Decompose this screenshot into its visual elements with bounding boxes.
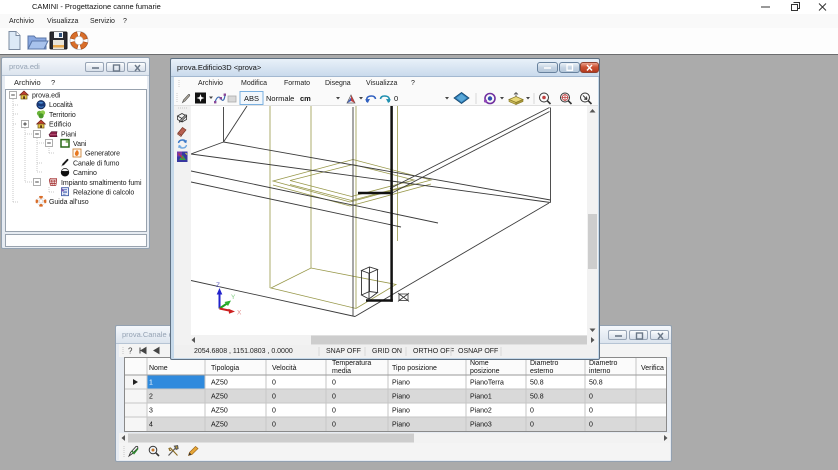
svg-text:Z: Z — [216, 282, 220, 289]
svg-text:4: 4 — [149, 422, 153, 429]
svg-text:Piano2: Piano2 — [470, 408, 492, 415]
svg-text:AZ50: AZ50 — [211, 408, 228, 415]
svg-text:0: 0 — [530, 422, 534, 429]
svg-text:0: 0 — [332, 380, 336, 387]
svg-text:Località: Località — [49, 102, 73, 109]
svg-text:0: 0 — [272, 394, 276, 401]
svg-text:Piano: Piano — [392, 380, 410, 387]
svg-text:Territorio: Territorio — [49, 112, 76, 119]
svg-text:0: 0 — [332, 408, 336, 415]
svg-text:Diametro: Diametro — [589, 360, 618, 367]
svg-text:0: 0 — [272, 408, 276, 415]
svg-text:posizione: posizione — [470, 368, 500, 375]
svg-text:Piano: Piano — [392, 394, 410, 401]
svg-text:Tipo posizione: Tipo posizione — [392, 365, 437, 372]
svg-text:Piano: Piano — [392, 408, 410, 415]
svg-text:AZ50: AZ50 — [211, 422, 228, 429]
svg-text:Normale: Normale — [266, 94, 294, 103]
svg-text:Nome: Nome — [470, 360, 489, 367]
svg-text:0: 0 — [589, 408, 593, 415]
svg-text:Nome: Nome — [149, 365, 168, 372]
svg-text:Guida all'uso: Guida all'uso — [49, 199, 89, 206]
svg-text:3: 3 — [149, 408, 153, 415]
svg-text:Impianto smaltimento fumi: Impianto smaltimento fumi — [61, 180, 142, 187]
svg-text:AZ50: AZ50 — [211, 380, 228, 387]
svg-text:Diametro: Diametro — [530, 360, 559, 367]
svg-text:Generatore: Generatore — [85, 151, 120, 158]
svg-text:Vani: Vani — [73, 141, 87, 148]
svg-text:Temperatura: Temperatura — [332, 360, 371, 367]
svg-text:Piano: Piano — [392, 422, 410, 429]
svg-text:media: media — [332, 368, 351, 375]
svg-text:X: X — [237, 310, 242, 317]
svg-text:AZ50: AZ50 — [211, 394, 228, 401]
svg-text:Verifica: Verifica — [641, 365, 664, 372]
svg-text:50.8: 50.8 — [589, 380, 603, 387]
svg-text:Tipologia: Tipologia — [211, 365, 239, 372]
svg-text:esterno: esterno — [530, 368, 553, 375]
svg-text:cm: cm — [300, 94, 311, 103]
svg-text:interno: interno — [589, 368, 611, 375]
svg-text:50.8: 50.8 — [530, 380, 544, 387]
svg-text:2: 2 — [149, 394, 153, 401]
svg-text:0: 0 — [589, 422, 593, 429]
svg-text:0: 0 — [589, 394, 593, 401]
svg-text:Y: Y — [231, 294, 236, 301]
svg-text:0: 0 — [272, 422, 276, 429]
svg-text:Piani: Piani — [61, 131, 77, 138]
svg-text:0: 0 — [394, 94, 398, 103]
svg-text:Velocità: Velocità — [272, 365, 297, 372]
svg-text:Relazione di calcolo: Relazione di calcolo — [73, 190, 134, 197]
svg-text:0: 0 — [332, 422, 336, 429]
svg-text:50.8: 50.8 — [530, 394, 544, 401]
svg-text:Canale di fumo: Canale di fumo — [73, 160, 120, 167]
svg-text:Piano3: Piano3 — [470, 422, 492, 429]
svg-text:prova.edi: prova.edi — [32, 93, 61, 100]
svg-text:0: 0 — [272, 380, 276, 387]
svg-text:PianoTerra: PianoTerra — [470, 380, 504, 387]
svg-text:Camino: Camino — [73, 170, 97, 177]
svg-text:Piano1: Piano1 — [470, 394, 492, 401]
svg-text:1: 1 — [149, 380, 153, 387]
svg-text:Edificio: Edificio — [49, 122, 71, 129]
svg-text:0: 0 — [332, 394, 336, 401]
svg-text:0: 0 — [530, 408, 534, 415]
svg-text:ABS: ABS — [244, 94, 259, 103]
svg-text:?: ? — [128, 347, 133, 356]
